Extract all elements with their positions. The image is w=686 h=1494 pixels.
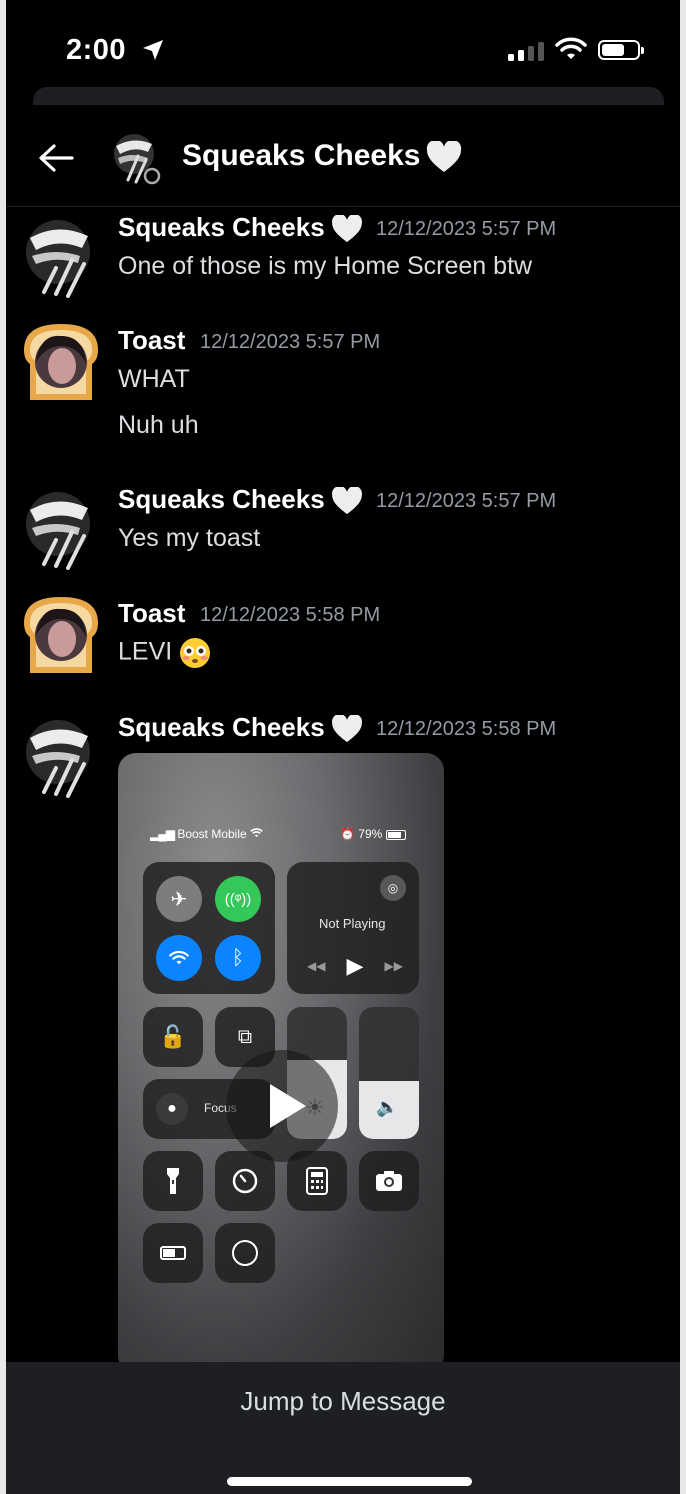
avatar-toast[interactable] — [20, 320, 102, 402]
battery-fill — [602, 44, 624, 56]
author-name[interactable]: Squeaks Cheeks — [118, 712, 363, 743]
embed-wifi-icon — [250, 828, 263, 838]
author-name-text: Squeaks Cheeks — [118, 212, 325, 242]
message-text-content: LEVI — [118, 637, 173, 666]
embed-carrier: Boost Mobile — [177, 827, 247, 841]
header-title-text: Squeaks Cheeks — [182, 139, 421, 172]
author-name[interactable]: Toast — [118, 325, 185, 356]
frame-edge-left — [0, 0, 6, 1494]
fast-forward-icon: ▶▶ — [384, 959, 403, 973]
message-text[interactable]: Nuh uh — [118, 411, 199, 440]
timestamp: 12/12/2023 5:57 PM — [376, 218, 557, 240]
author-name-text: Squeaks Cheeks — [118, 484, 325, 514]
white-heart-icon — [331, 487, 362, 515]
rewind-icon: ◀◀ — [307, 959, 326, 973]
timestamp: 12/12/2023 5:57 PM — [200, 331, 381, 353]
avatar-squeaks[interactable] — [20, 488, 102, 570]
avatar-squeaks[interactable] — [20, 216, 102, 298]
chat-header: Squeaks Cheeks — [6, 106, 680, 207]
embed-alarm-icon: ⏰ — [340, 827, 355, 841]
timestamp: 12/12/2023 5:58 PM — [200, 604, 381, 626]
cellular-signal-icon — [508, 42, 544, 61]
status-time: 2:00 — [66, 34, 127, 66]
avatar-toast[interactable] — [20, 593, 102, 675]
airplay-icon: ◎ — [380, 875, 406, 901]
author-name[interactable]: Toast — [118, 598, 185, 629]
embed-wifi-toggle-icon — [156, 935, 202, 981]
jump-to-message-button[interactable]: Jump to Message — [6, 1386, 680, 1417]
frame-edge-right — [680, 0, 686, 1494]
embed-status-right: ⏰ 79% — [340, 827, 406, 841]
volume-icon: 🔈 — [376, 1097, 399, 1117]
play-icon — [270, 1084, 306, 1128]
low-power-mode-icon — [143, 1223, 203, 1283]
sheet-top-edge — [33, 87, 664, 105]
focus-person-icon: ● — [156, 1093, 188, 1125]
embed-battery-text: 79% — [358, 827, 383, 841]
jump-to-message-bar[interactable]: Jump to Message — [6, 1362, 680, 1494]
white-heart-icon — [331, 215, 362, 243]
bluetooth-icon: ᛒ — [215, 935, 261, 981]
video-play-button[interactable] — [226, 1050, 338, 1162]
header-title[interactable]: Squeaks Cheeks — [182, 139, 462, 173]
timestamp: 12/12/2023 5:58 PM — [376, 718, 557, 740]
media-controls: ◀◀ ▶ ▶▶ — [307, 953, 403, 979]
timestamp: 12/12/2023 5:57 PM — [376, 490, 557, 512]
author-name[interactable]: Squeaks Cheeks — [118, 484, 363, 515]
camera-icon — [359, 1151, 419, 1211]
message-text[interactable]: One of those is my Home Screen btw — [118, 252, 532, 281]
avatar-squeaks[interactable] — [20, 716, 102, 798]
embed-battery-icon — [385, 829, 406, 840]
flashlight-icon — [143, 1151, 203, 1211]
message-text[interactable]: Yes my toast — [118, 524, 260, 553]
white-heart-icon — [427, 141, 462, 173]
rotation-lock-icon: 🔓 — [143, 1007, 203, 1067]
wifi-icon — [555, 37, 587, 59]
cellular-data-icon: ((ᵠ)) — [215, 876, 261, 922]
flushed-face-emoji-icon — [180, 638, 211, 668]
battery-icon — [598, 40, 644, 60]
volume-slider — [359, 1007, 419, 1139]
author-name[interactable]: Squeaks Cheeks — [118, 212, 363, 243]
video-attachment[interactable]: ▂▄▆ Boost Mobile ⏰ 79% ✈ ((ᵠ)) ᛒ ◎ Not P… — [118, 753, 444, 1373]
home-indicator[interactable] — [227, 1477, 472, 1486]
message-text[interactable]: LEVI — [118, 637, 211, 669]
author-name-text: Squeaks Cheeks — [118, 712, 325, 742]
message-text[interactable]: WHAT — [118, 365, 190, 394]
white-heart-icon — [331, 715, 362, 743]
airplane-mode-icon: ✈ — [156, 876, 202, 922]
media-play-icon: ▶ — [346, 953, 364, 978]
back-arrow-icon[interactable] — [36, 142, 76, 174]
header-avatar[interactable] — [108, 130, 164, 186]
screen-record-icon — [215, 1223, 275, 1283]
embed-status-left: ▂▄▆ Boost Mobile — [150, 827, 263, 841]
location-arrow-icon — [143, 40, 163, 60]
media-status: Not Playing — [319, 916, 386, 931]
